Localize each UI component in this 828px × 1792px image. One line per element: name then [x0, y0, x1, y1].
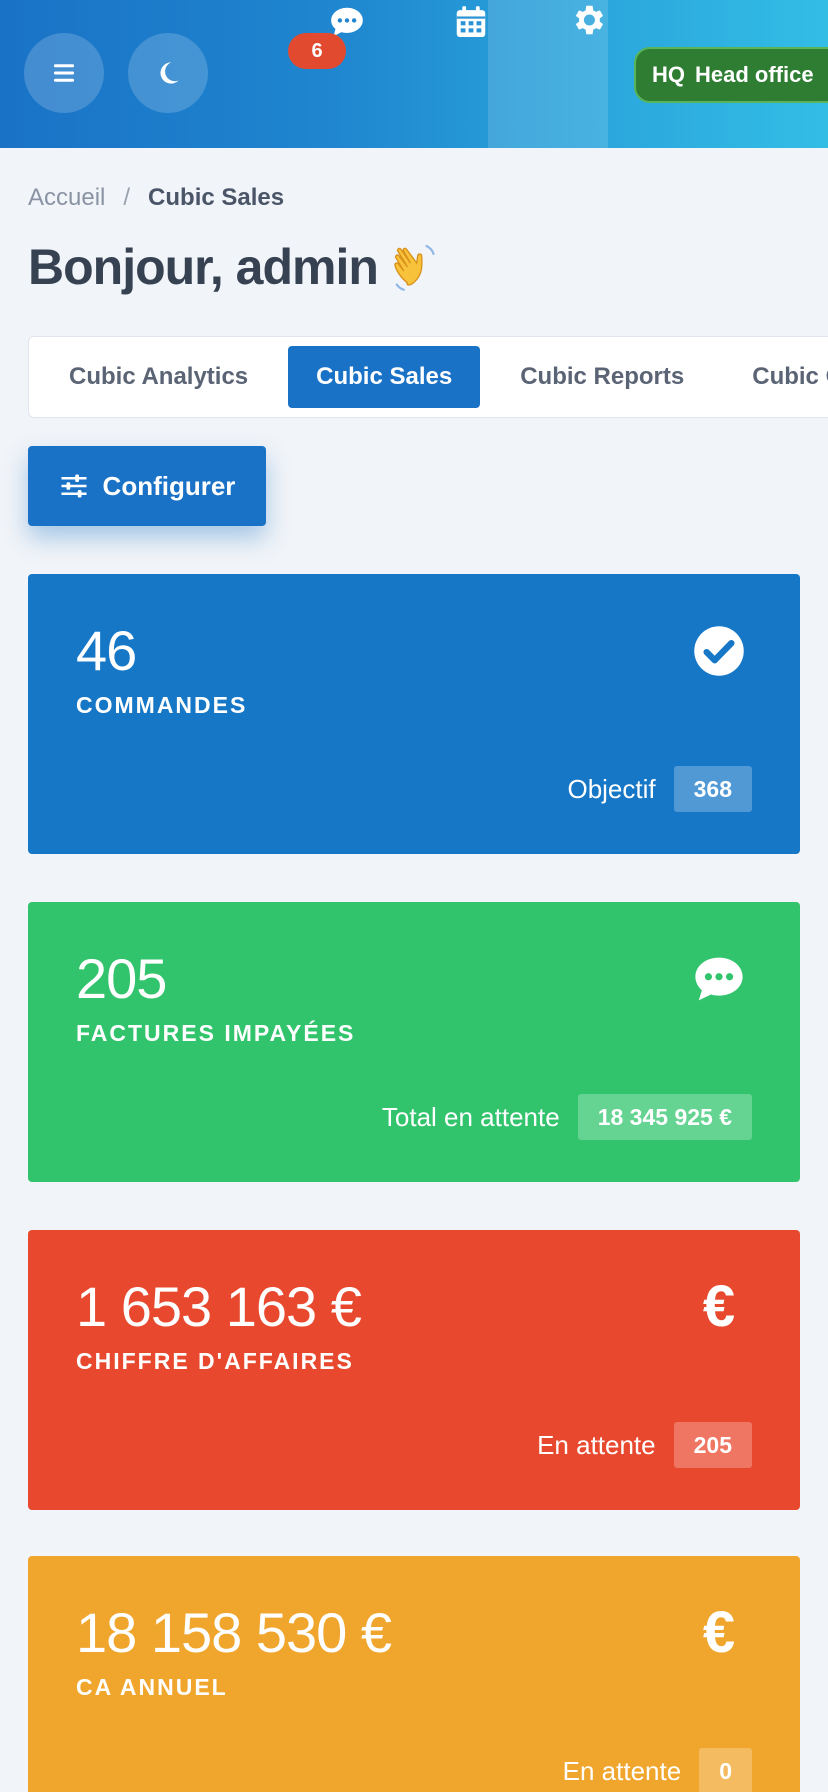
greeting-text: Bonjour, admin [28, 239, 379, 295]
annual-value: 18 158 530 € [76, 1601, 392, 1664]
orders-label: COMMANDES [76, 692, 248, 718]
orders-target-badge: 368 [673, 766, 752, 812]
unpaid-icon-wrap [692, 952, 746, 1006]
breadcrumb-separator: / [123, 184, 131, 211]
annual-footer: En attente 0 [563, 1748, 752, 1792]
orders-card[interactable]: 46 COMMANDES Objectif 368 [28, 574, 800, 854]
revenue-value: 1 653 163 € [76, 1275, 362, 1338]
breadcrumb-home-link[interactable]: Accueil [28, 184, 105, 212]
calendar-icon [456, 6, 486, 38]
orders-icon-wrap [692, 624, 746, 678]
menu-button[interactable] [24, 33, 104, 113]
sliders-icon [61, 474, 87, 498]
unpaid-value: 205 [76, 947, 167, 1010]
top-bar: 6 HQ Head office [0, 0, 828, 148]
unpaid-footer: Total en attente 18 345 925 € [382, 1094, 752, 1140]
gear-icon [575, 5, 604, 35]
moon-icon [160, 62, 179, 84]
calendar-button[interactable] [452, 2, 490, 42]
revenue-footer: En attente 205 [537, 1422, 752, 1468]
unpaid-footer-label: Total en attente [381, 1101, 560, 1132]
annual-label: CA ANNUEL [76, 1674, 228, 1700]
configure-label: Configurer [102, 470, 236, 501]
revenue-label: CHIFFRE D'AFFAIRES [76, 1348, 354, 1374]
orders-value: 46 [76, 619, 137, 682]
euro-icon: € [692, 1600, 746, 1665]
unpaid-invoices-card[interactable]: 205 FACTURES IMPAYÉES Total en attente 1… [28, 902, 800, 1182]
office-name: Head office [695, 62, 814, 87]
revenue-euro-glyph: € [702, 1274, 736, 1339]
waving-hand-icon [394, 244, 435, 291]
annual-euro-glyph: € [702, 1600, 736, 1665]
annual-revenue-card[interactable]: 18 158 530 € CA ANNUEL € En attente 0 [28, 1556, 800, 1792]
check-circle-icon [694, 626, 744, 676]
tab-cubic-analytics[interactable]: Cubic Analytics [41, 346, 276, 408]
comment-icon [695, 957, 743, 1001]
breadcrumb-current: Cubic Sales [148, 184, 285, 211]
breadcrumb: Accueil / Cubic Sales [28, 184, 284, 212]
office-code: HQ [652, 62, 685, 87]
menu-icon [54, 64, 74, 82]
unpaid-total-badge: 18 345 925 € [577, 1094, 752, 1140]
euro-icon: € [692, 1274, 746, 1339]
revenue-card[interactable]: 1 653 163 € CHIFFRE D'AFFAIRES € En atte… [28, 1230, 800, 1510]
orders-footer-label: Objectif [567, 773, 656, 804]
tab-cubic-orders[interactable]: Cubic Orders [724, 346, 828, 408]
annual-pending-badge: 0 [699, 1748, 752, 1792]
tab-cubic-sales[interactable]: Cubic Sales [288, 346, 481, 408]
theme-toggle-button[interactable] [128, 33, 208, 113]
orders-footer: Objectif 368 [567, 766, 752, 812]
annual-footer-label: En attente [562, 1755, 682, 1786]
configure-button[interactable]: Configurer [28, 446, 266, 526]
tab-cubic-reports[interactable]: Cubic Reports [492, 346, 712, 408]
notification-badge: 6 [288, 33, 346, 69]
office-selector[interactable]: HQ Head office [634, 47, 828, 103]
dashboard-tabs: Cubic Analytics Cubic Sales Cubic Report… [28, 336, 828, 418]
revenue-pending-badge: 205 [673, 1422, 752, 1468]
page-title: Bonjour, admin [28, 238, 444, 296]
settings-button[interactable] [569, 0, 607, 40]
unpaid-label: FACTURES IMPAYÉES [76, 1020, 356, 1046]
revenue-footer-label: En attente [537, 1429, 656, 1460]
